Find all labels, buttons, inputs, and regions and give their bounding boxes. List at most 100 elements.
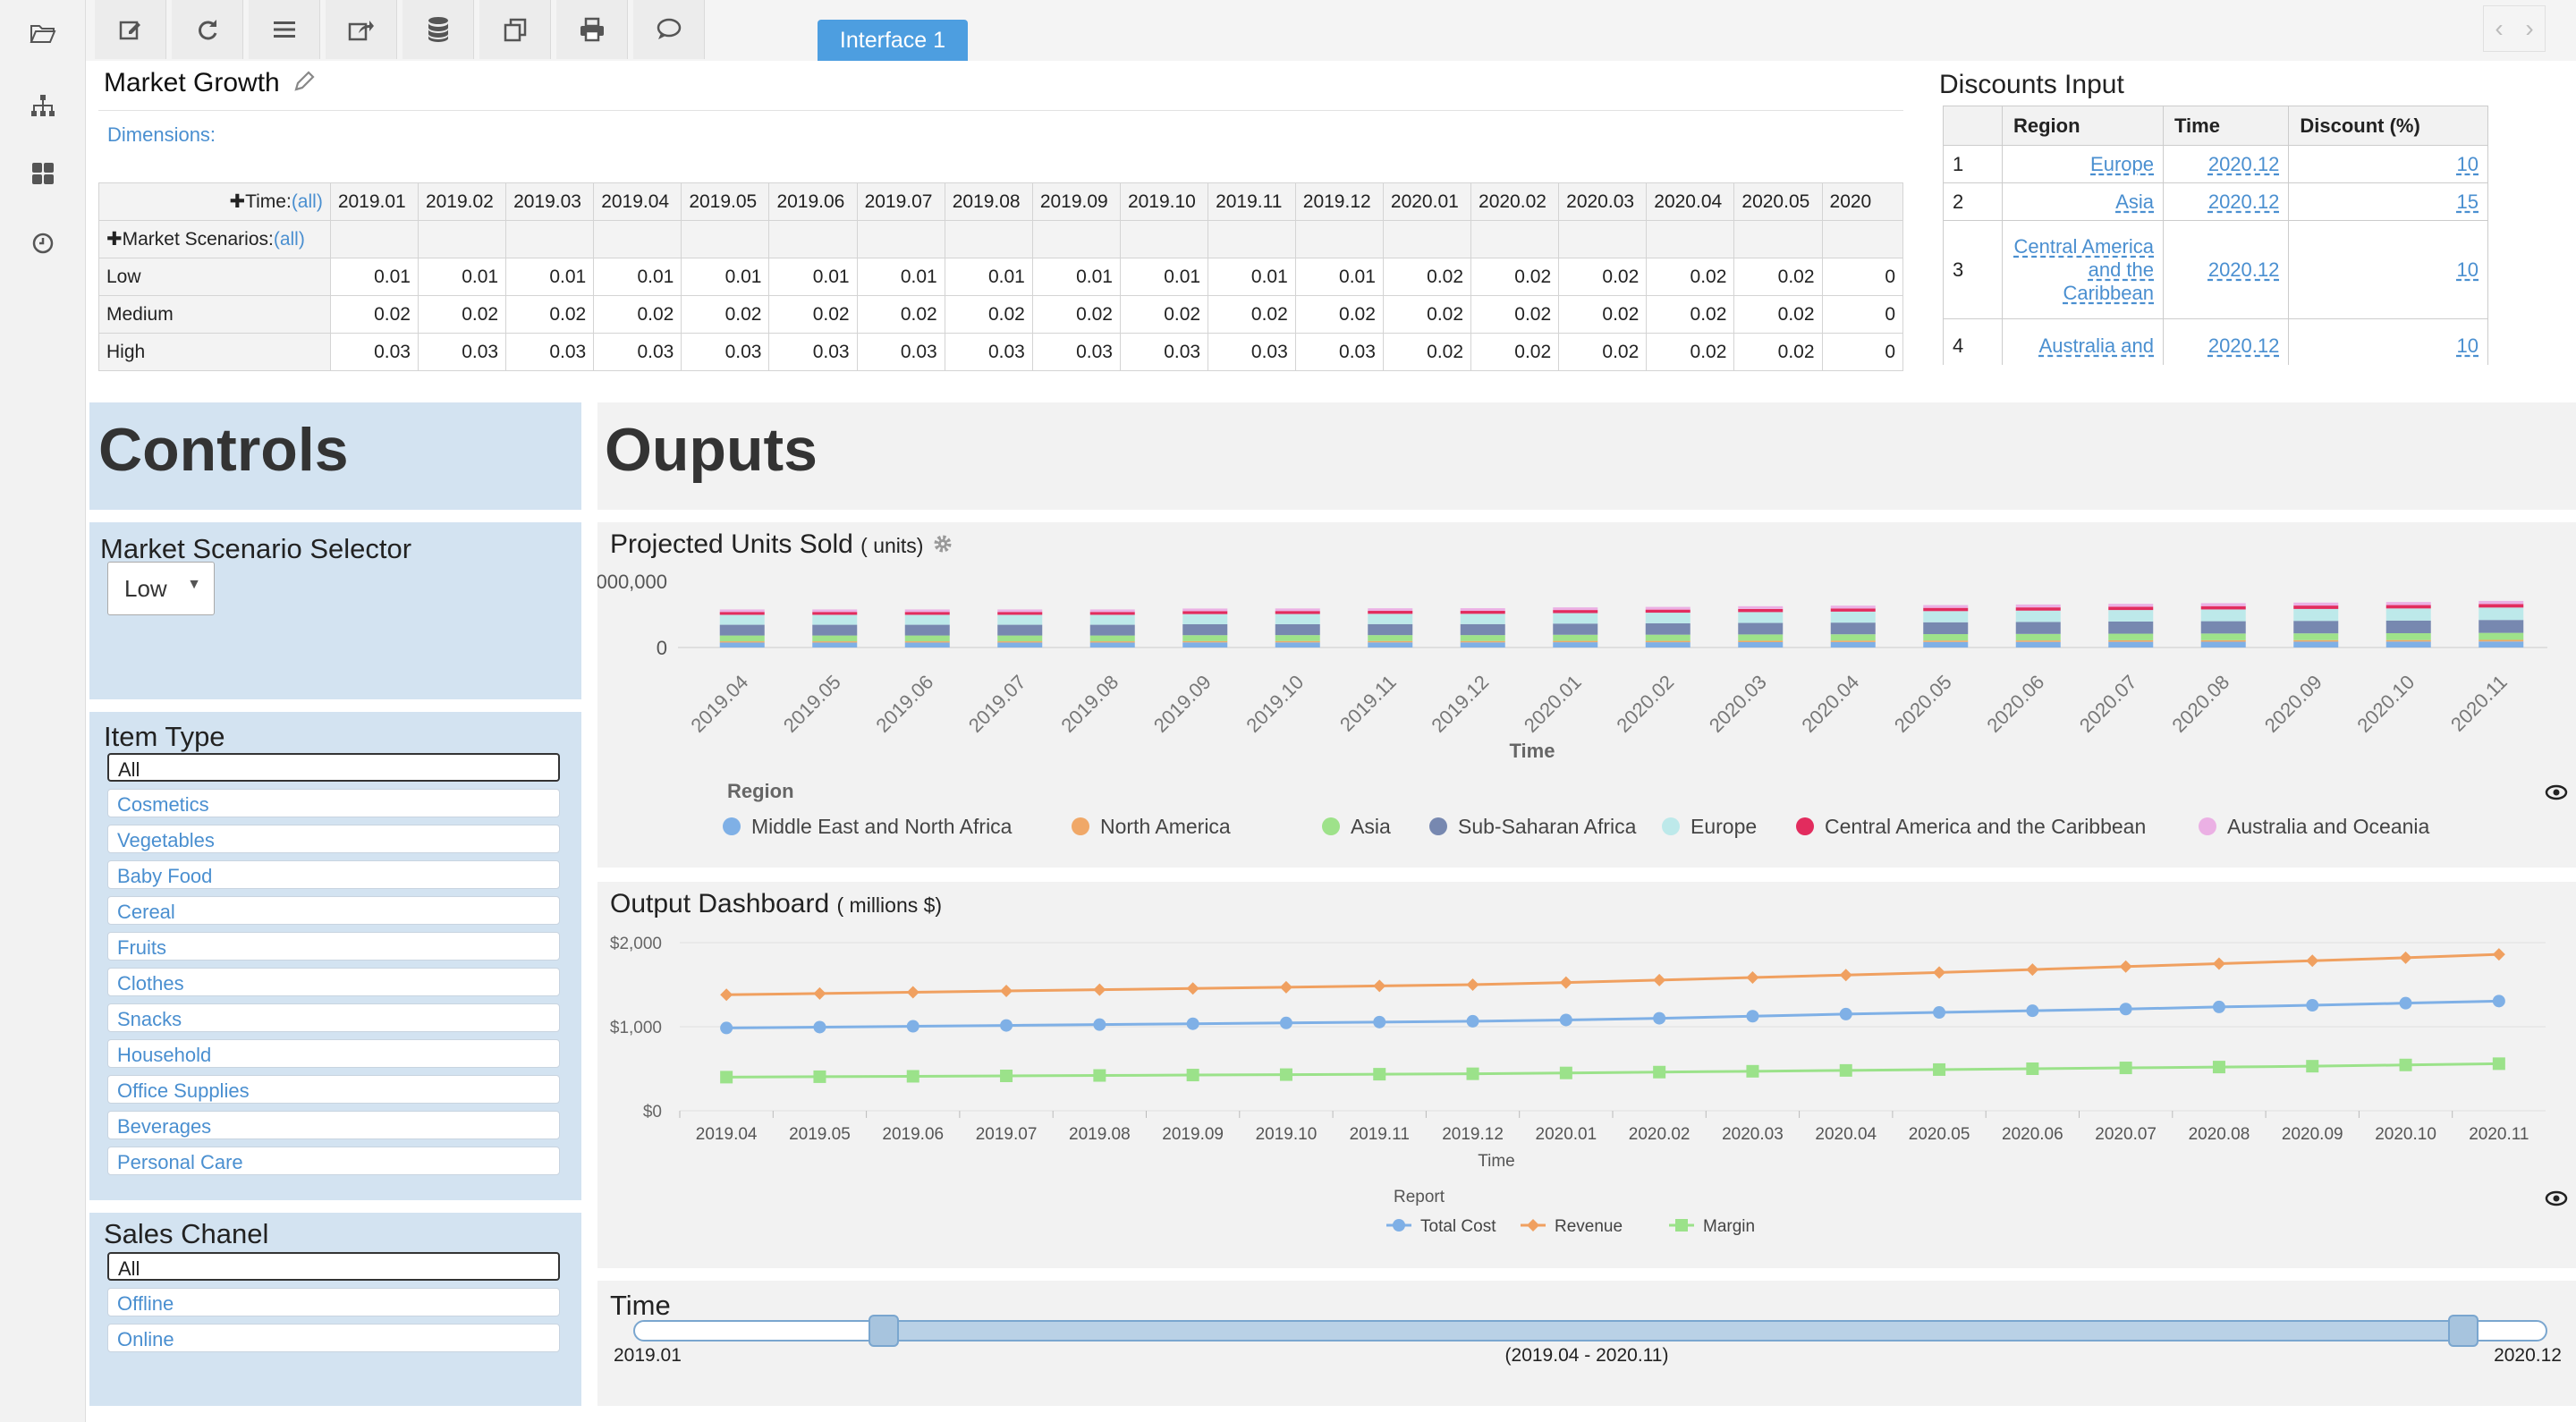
legend-marker[interactable] xyxy=(723,817,741,835)
bar-segment[interactable] xyxy=(1738,622,1784,635)
table-cell[interactable]: 0.02 xyxy=(1733,333,1823,371)
bar-segment[interactable] xyxy=(2385,605,2431,609)
bar-segment[interactable] xyxy=(1275,635,1320,641)
data-point[interactable] xyxy=(1746,971,1759,985)
bar-segment[interactable] xyxy=(2108,604,2154,607)
database-icon[interactable] xyxy=(402,0,474,59)
bar-segment[interactable] xyxy=(904,635,950,642)
time-dimension-header[interactable]: ✚Time:(all) xyxy=(98,182,331,221)
table-cell[interactable]: 0.01 xyxy=(681,258,770,296)
item-type-option[interactable]: Fruits xyxy=(107,932,560,961)
item-type-option[interactable]: Personal Care xyxy=(107,1147,560,1175)
bar-segment[interactable] xyxy=(904,614,950,625)
bar-segment[interactable] xyxy=(2015,641,2061,648)
market-scenario-dropdown[interactable]: Low ▼ xyxy=(107,562,215,615)
table-cell[interactable]: 0.01 xyxy=(593,258,682,296)
data-point[interactable] xyxy=(2119,960,2132,973)
bar-segment[interactable] xyxy=(1738,608,1784,613)
list-icon[interactable] xyxy=(249,0,320,59)
bar-segment[interactable] xyxy=(1830,640,1876,642)
bar-segment[interactable] xyxy=(1830,611,1876,623)
bar-segment[interactable] xyxy=(2293,602,2339,606)
data-point[interactable] xyxy=(1279,1016,1292,1029)
bar-segment[interactable] xyxy=(2200,639,2246,642)
bar-segment[interactable] xyxy=(1645,606,1690,610)
discount-region-cell[interactable]: Asia xyxy=(2002,182,2164,221)
data-point[interactable] xyxy=(2306,1060,2319,1073)
table-cell[interactable]: 0.01 xyxy=(1031,258,1121,296)
legend-marker[interactable] xyxy=(2199,817,2216,835)
bar-segment[interactable] xyxy=(1553,607,1598,611)
bar-segment[interactable] xyxy=(2015,610,2061,622)
bar-segment[interactable] xyxy=(1553,613,1598,624)
bar-segment[interactable] xyxy=(812,624,858,636)
data-point[interactable] xyxy=(813,1070,826,1083)
legend-marker[interactable] xyxy=(1393,1219,1405,1232)
bar-segment[interactable] xyxy=(904,624,950,636)
bar-segment[interactable] xyxy=(1923,641,1969,648)
discount-time-cell[interactable]: 2020.12 xyxy=(2162,182,2290,221)
legend-item-label[interactable]: Total Cost xyxy=(1420,1217,1496,1236)
bar-segment[interactable] xyxy=(1738,605,1784,609)
bar-segment[interactable] xyxy=(2479,600,2524,605)
bar-segment[interactable] xyxy=(1368,611,1413,614)
bar-segment[interactable] xyxy=(1460,623,1505,636)
data-point[interactable] xyxy=(1186,982,1199,995)
bar-segment[interactable] xyxy=(2479,632,2524,640)
copy-icon[interactable] xyxy=(479,0,551,59)
data-point[interactable] xyxy=(2119,1003,2132,1016)
table-cell[interactable]: 0.02 xyxy=(1382,258,1472,296)
table-cell[interactable]: 0.02 xyxy=(417,295,507,334)
item-type-option[interactable]: Beverages xyxy=(107,1111,560,1139)
bar-segment[interactable] xyxy=(1460,640,1505,643)
data-point[interactable] xyxy=(1466,1067,1479,1080)
table-cell[interactable]: 0.02 xyxy=(1208,295,1296,334)
print-icon[interactable] xyxy=(556,0,628,59)
bar-segment[interactable] xyxy=(2479,641,2524,648)
bar-segment[interactable] xyxy=(1923,634,1969,641)
series-line[interactable] xyxy=(726,999,2499,1029)
bar-segment[interactable] xyxy=(2385,620,2431,633)
bar-segment[interactable] xyxy=(812,642,858,648)
bar-segment[interactable] xyxy=(1089,642,1135,648)
legend-item-label[interactable]: Europe xyxy=(1690,815,1757,838)
data-point[interactable] xyxy=(1000,1019,1013,1032)
bar-segment[interactable] xyxy=(997,609,1043,613)
bar-segment[interactable] xyxy=(1089,612,1135,615)
bar-segment[interactable] xyxy=(1830,608,1876,612)
data-point[interactable] xyxy=(720,988,733,1002)
time-slider-start-handle[interactable] xyxy=(869,1315,899,1347)
data-point[interactable] xyxy=(1559,976,1572,989)
bar-segment[interactable] xyxy=(1089,609,1135,613)
legend-marker[interactable] xyxy=(1429,817,1447,835)
bar-segment[interactable] xyxy=(719,642,765,648)
legend-item-label[interactable]: Margin xyxy=(1703,1217,1755,1236)
bar-segment[interactable] xyxy=(1553,610,1598,614)
bar-segment[interactable] xyxy=(2200,605,2246,610)
bar-segment[interactable] xyxy=(1182,608,1228,612)
item-type-option[interactable]: Snacks xyxy=(107,1003,560,1032)
bar-segment[interactable] xyxy=(1182,640,1228,643)
bar-segment[interactable] xyxy=(1830,634,1876,641)
move-icon[interactable]: ✚ xyxy=(106,229,123,250)
bar-segment[interactable] xyxy=(1553,634,1598,641)
data-point[interactable] xyxy=(2026,963,2039,977)
table-cell[interactable]: 0.02 xyxy=(1470,333,1560,371)
bar-segment[interactable] xyxy=(997,642,1043,648)
edit-icon[interactable] xyxy=(95,0,166,59)
bar-segment[interactable] xyxy=(1738,612,1784,623)
table-cell[interactable]: 0.01 xyxy=(1119,258,1209,296)
table-cell[interactable]: 0.03 xyxy=(417,333,507,371)
table-cell[interactable]: 0.01 xyxy=(417,258,507,296)
discount-discount-cell[interactable]: 15 xyxy=(2288,182,2488,221)
table-cell[interactable]: 0.03 xyxy=(768,333,858,371)
bar-segment[interactable] xyxy=(719,614,765,625)
data-point[interactable] xyxy=(2399,1058,2412,1071)
eye-icon[interactable] xyxy=(2545,1190,2568,1206)
table-cell[interactable]: 0.02 xyxy=(1382,295,1472,334)
table-cell[interactable]: 0.02 xyxy=(1382,333,1472,371)
bar-segment[interactable] xyxy=(1553,623,1598,635)
table-cell[interactable]: 0.02 xyxy=(1031,295,1121,334)
bar-segment[interactable] xyxy=(1089,635,1135,642)
table-cell[interactable]: 0.03 xyxy=(681,333,770,371)
